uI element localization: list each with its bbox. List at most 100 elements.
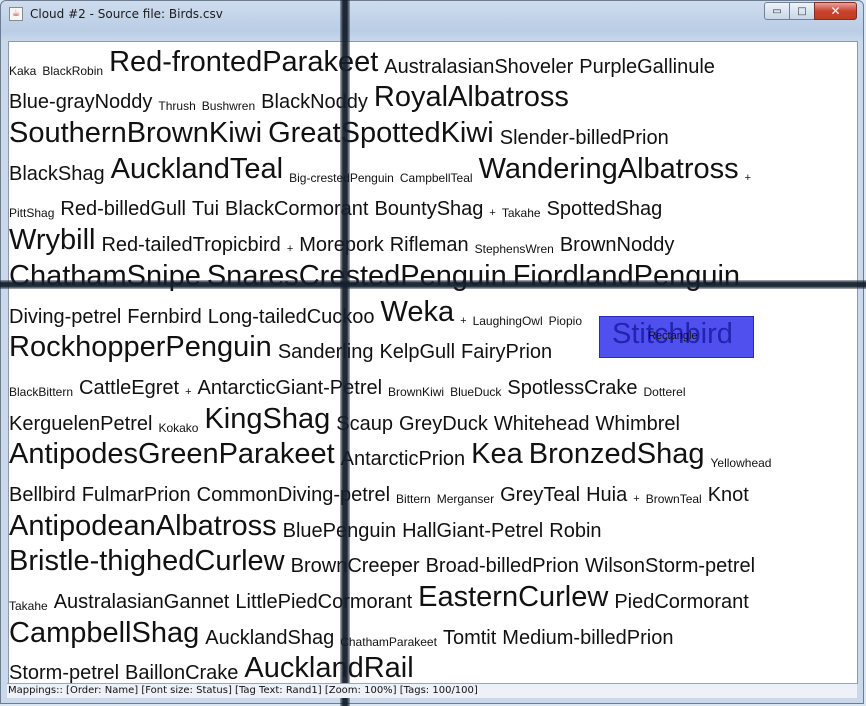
cloud-tag[interactable]: BrownCreeper bbox=[291, 556, 420, 579]
cloud-tag[interactable]: GreyDuck bbox=[399, 414, 488, 437]
more-tags-marker[interactable]: + bbox=[460, 315, 466, 330]
cloud-tag[interactable]: Takahe bbox=[502, 207, 541, 222]
cloud-tag[interactable]: AntipodesGreenParakeet bbox=[9, 440, 335, 472]
cloud-tag[interactable]: Sanderling bbox=[278, 342, 374, 365]
cloud-tag[interactable]: PiedCormorant bbox=[614, 592, 749, 615]
cloud-tag[interactable]: Fernbird bbox=[127, 307, 201, 330]
cloud-tag[interactable]: HallGiant-Petrel bbox=[402, 521, 543, 544]
cloud-tag[interactable]: Whimbrel bbox=[596, 414, 680, 437]
cloud-tag[interactable]: BlackShag bbox=[9, 164, 105, 187]
cloud-tag[interactable]: AntarcticGiant-Petrel bbox=[198, 378, 383, 401]
cloud-tag[interactable]: AucklandShag bbox=[205, 628, 334, 651]
cloud-tag[interactable]: BronzedShag bbox=[529, 440, 705, 472]
cloud-tag[interactable]: Blue-grayNoddy bbox=[9, 92, 152, 115]
cloud-tag[interactable]: Thrush bbox=[158, 100, 195, 115]
close-button[interactable]: ✕ bbox=[814, 2, 857, 20]
cloud-tag[interactable]: WilsonStorm-petrel bbox=[585, 556, 755, 579]
cloud-tag[interactable]: RoyalAlbatross bbox=[374, 83, 569, 115]
cloud-tag[interactable]: Yellowhead bbox=[711, 457, 772, 472]
cloud-tag[interactable]: ChathamSnipe bbox=[9, 261, 201, 294]
cloud-tag[interactable]: Red-frontedParakeet bbox=[109, 47, 378, 80]
cloud-tag[interactable]: Slender-billedPrion bbox=[500, 128, 669, 151]
cloud-tag[interactable]: Robin bbox=[549, 521, 601, 544]
cloud-tag[interactable]: LittlePiedCormorant bbox=[235, 592, 412, 615]
cloud-tag[interactable]: Bushwren bbox=[202, 100, 255, 115]
cloud-tag[interactable]: BaillonCrake bbox=[125, 663, 238, 683]
cloud-tag[interactable]: Bristle-thighedCurlew bbox=[9, 547, 285, 579]
cloud-tag[interactable]: FiordlandPenguin bbox=[513, 261, 740, 294]
cloud-tag[interactable]: SnaresCrestedPenguin bbox=[207, 261, 507, 294]
cloud-tag[interactable]: Storm-petrel bbox=[9, 663, 119, 683]
cloud-tag[interactable]: PurpleGallinule bbox=[579, 57, 715, 80]
cloud-tag[interactable]: Wrybill bbox=[9, 226, 95, 258]
cloud-tag[interactable]: BlackBittern bbox=[9, 386, 73, 401]
cloud-tag[interactable]: Tomtit bbox=[443, 628, 496, 651]
cloud-tag[interactable]: CommonDiving-petrel bbox=[197, 485, 390, 508]
more-tags-marker[interactable]: + bbox=[745, 172, 751, 187]
cloud-tag[interactable]: FairyPrion bbox=[461, 342, 552, 365]
cloud-tag[interactable]: GreyTeal bbox=[500, 485, 580, 508]
cloud-tag[interactable]: Medium-billedPrion bbox=[502, 628, 673, 651]
cloud-tag[interactable]: AustralasianGannet bbox=[54, 592, 230, 615]
tag-cloud-canvas[interactable]: Kaka BlackRobin Red-frontedParakeet Austral… bbox=[8, 41, 858, 684]
cloud-tag[interactable]: BrownTeal bbox=[646, 493, 702, 508]
cloud-tag[interactable]: AucklandRail bbox=[244, 654, 413, 683]
maximize-button[interactable]: □ bbox=[789, 2, 815, 20]
cloud-tag[interactable]: Bittern bbox=[396, 493, 431, 508]
minimize-button[interactable]: ▭ bbox=[764, 2, 790, 20]
cloud-tag[interactable]: StephensWren bbox=[475, 243, 554, 258]
cloud-tag[interactable]: FulmarPrion bbox=[82, 485, 191, 508]
cloud-tag[interactable]: Kaka bbox=[9, 65, 36, 80]
cloud-tag[interactable]: AustralasianShoveler bbox=[384, 57, 573, 80]
cloud-tag[interactable]: BlueDuck bbox=[450, 386, 501, 401]
cloud-tag[interactable]: PittShag bbox=[9, 207, 54, 222]
vertical-crosshair[interactable] bbox=[340, 0, 350, 706]
cloud-tag[interactable]: Broad-billedPrion bbox=[426, 556, 579, 579]
cloud-tag[interactable]: Red-tailedTropicbird bbox=[101, 235, 280, 258]
horizontal-crosshair[interactable] bbox=[0, 280, 866, 289]
title-bar[interactable]: ☕ Cloud #2 - Source file: Birds.csv ▭ □ … bbox=[1, 1, 863, 27]
cloud-tag[interactable]: LaughingOwl bbox=[473, 315, 543, 330]
cloud-tag[interactable]: WanderingAlbatross bbox=[479, 154, 739, 187]
cloud-tag[interactable]: Red-billedGull bbox=[60, 199, 186, 222]
cloud-tag[interactable]: BlackRobin bbox=[42, 65, 103, 80]
cloud-tag[interactable]: SpotlessCrake bbox=[507, 378, 637, 401]
cloud-tag[interactable]: AucklandTeal bbox=[111, 154, 284, 187]
cloud-tag[interactable]: Merganser bbox=[437, 493, 494, 508]
cloud-tag[interactable]: EasternCurlew bbox=[418, 583, 608, 615]
cloud-tag[interactable]: GreatSpottedKiwi bbox=[268, 119, 494, 151]
cloud-tag[interactable]: Kokako bbox=[158, 422, 198, 437]
cloud-tag[interactable]: CattleEgret bbox=[79, 378, 179, 401]
cloud-tag[interactable]: Dotterel bbox=[643, 386, 685, 401]
cloud-tag[interactable]: AntarcticPrion bbox=[341, 449, 466, 472]
cloud-tag[interactable]: Piopio bbox=[549, 315, 582, 330]
cloud-tag[interactable]: SouthernBrownKiwi bbox=[9, 119, 262, 151]
cloud-tag[interactable]: Kea bbox=[471, 440, 523, 472]
cloud-tag[interactable]: BountyShag bbox=[374, 199, 483, 222]
more-tags-marker[interactable]: + bbox=[185, 386, 191, 401]
cloud-tag[interactable]: Tui bbox=[192, 199, 219, 222]
cloud-tag[interactable]: KelpGull bbox=[379, 342, 455, 365]
cloud-tag[interactable]: ChathamParakeet bbox=[340, 636, 437, 651]
cloud-tag[interactable]: RockhopperPenguin bbox=[9, 333, 272, 365]
cloud-tag[interactable]: Knot bbox=[708, 485, 749, 508]
more-tags-marker[interactable]: + bbox=[287, 244, 293, 258]
cloud-tag[interactable]: AntipodeanAlbatross bbox=[9, 511, 277, 544]
more-tags-marker[interactable]: + bbox=[489, 208, 495, 222]
more-tags-marker[interactable]: + bbox=[633, 493, 639, 508]
cloud-tag[interactable]: Takahe bbox=[9, 600, 48, 615]
cloud-tag[interactable]: Bellbird bbox=[9, 485, 76, 508]
cloud-tag[interactable]: KingShag bbox=[204, 404, 330, 437]
cloud-tag[interactable]: BrownNoddy bbox=[560, 235, 675, 258]
cloud-tag[interactable]: Weka bbox=[381, 297, 455, 330]
cloud-tag[interactable]: Whitehead bbox=[494, 414, 590, 437]
cloud-tag[interactable]: CampbellShag bbox=[9, 618, 199, 651]
cloud-tag[interactable]: BrownKiwi bbox=[388, 386, 444, 401]
cloud-tag[interactable]: Huia bbox=[586, 485, 627, 508]
cloud-tag[interactable]: Diving-petrel bbox=[9, 307, 121, 330]
cloud-tag[interactable]: BlackNoddy bbox=[261, 92, 368, 115]
cloud-tag[interactable]: SpottedShag bbox=[547, 199, 663, 222]
cloud-tag[interactable]: KerguelenPetrel bbox=[9, 414, 152, 437]
cloud-tag[interactable]: CampbellTeal bbox=[400, 172, 473, 187]
cloud-tag[interactable]: Rifleman bbox=[390, 235, 469, 258]
